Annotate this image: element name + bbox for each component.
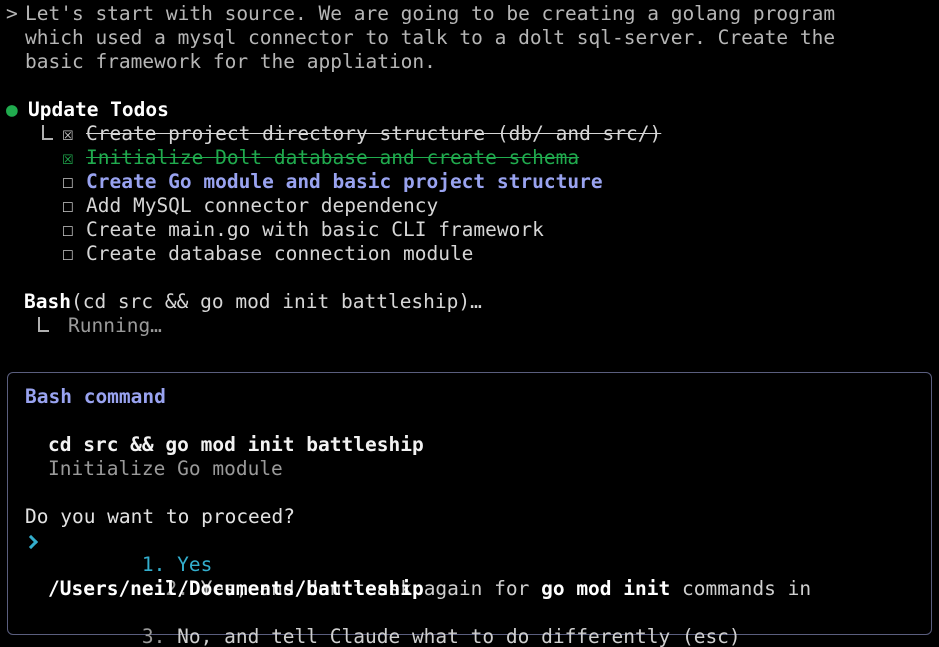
option-number: 3. xyxy=(142,625,165,647)
bash-tool-call: Bash(cd src && go mod init battleship)… … xyxy=(24,290,482,338)
spacer xyxy=(25,481,931,505)
todo-item: ☐ Create Go module and basic project str… xyxy=(42,170,661,194)
todo-item: ☐ Add MySQL connector dependency xyxy=(42,194,661,218)
checkbox-unchecked-icon: ☐ xyxy=(62,218,86,242)
checkbox-checked-icon: ☒ xyxy=(62,122,86,146)
dialog-title: Bash command xyxy=(25,385,931,409)
prompt-line: basic framework for the appliation. xyxy=(25,50,835,74)
prompt-marker: > xyxy=(6,2,25,74)
checkbox-unchecked-icon: ☐ xyxy=(62,242,86,266)
tool-status: Running… xyxy=(68,314,162,338)
proceed-question: Do you want to proceed? xyxy=(25,505,931,529)
todo-label: Create database connection module xyxy=(86,242,473,266)
selection-arrow-icon xyxy=(25,529,48,553)
prompt-line: which used a mysql connector to talk to … xyxy=(25,26,835,50)
todo-section: ● Update Todos ☒ Create project director… xyxy=(6,98,661,266)
user-prompt: > Let's start with source. We are going … xyxy=(6,2,835,74)
todo-label: Create Go module and basic project struc… xyxy=(86,170,603,194)
prompt-text: Let's start with source. We are going to… xyxy=(25,2,835,74)
todo-label: Initialize Dolt database and create sche… xyxy=(86,146,579,170)
tree-connector-icon xyxy=(38,314,68,338)
spacer xyxy=(25,409,931,433)
option-command: go mod init xyxy=(541,577,670,600)
todo-item: ☐ Create main.go with basic CLI framewor… xyxy=(42,218,661,242)
tool-status-row: Running… xyxy=(38,314,482,338)
option-yes-dont-ask[interactable]: 2. Yes, and don't ask again for go mod i… xyxy=(25,553,931,601)
checkbox-unchecked-icon: ☐ xyxy=(62,194,86,218)
todo-item: ☐ Create database connection module xyxy=(42,242,661,266)
option-label: No, and tell Claude what to do different… xyxy=(165,625,740,647)
todo-item: ☒ Initialize Dolt database and create sc… xyxy=(42,146,661,170)
command-description: Initialize Go module xyxy=(48,457,931,481)
checkbox-checked-icon: ☒ xyxy=(62,146,86,170)
todo-label: Create main.go with basic CLI framework xyxy=(86,218,544,242)
permission-dialog: Bash command cd src && go mod init battl… xyxy=(7,372,932,635)
option-label: commands in xyxy=(670,577,811,600)
option-no[interactable]: 3. No, and tell Claude what to do differ… xyxy=(25,601,931,625)
tree-connector-icon xyxy=(42,122,62,146)
tool-args: (cd src && go mod init battleship)… xyxy=(71,290,482,313)
option-yes[interactable]: 1. Yes xyxy=(25,529,931,553)
prompt-line: Let's start with source. We are going to… xyxy=(25,2,835,26)
todo-title: Update Todos xyxy=(28,98,169,122)
todo-header: ● Update Todos xyxy=(6,98,661,122)
task-status-bullet-icon: ● xyxy=(6,98,28,122)
todo-label: Add MySQL connector dependency xyxy=(86,194,438,218)
todo-label: Create project directory structure (db/ … xyxy=(86,122,661,146)
terminal-screen: > Let's start with source. We are going … xyxy=(0,0,939,647)
tool-call-line: Bash(cd src && go mod init battleship)… xyxy=(24,290,482,314)
tool-name: Bash xyxy=(24,290,71,313)
todo-item: ☒ Create project directory structure (db… xyxy=(42,122,661,146)
checkbox-unchecked-icon: ☐ xyxy=(62,170,86,194)
command-text: cd src && go mod init battleship xyxy=(48,433,931,457)
